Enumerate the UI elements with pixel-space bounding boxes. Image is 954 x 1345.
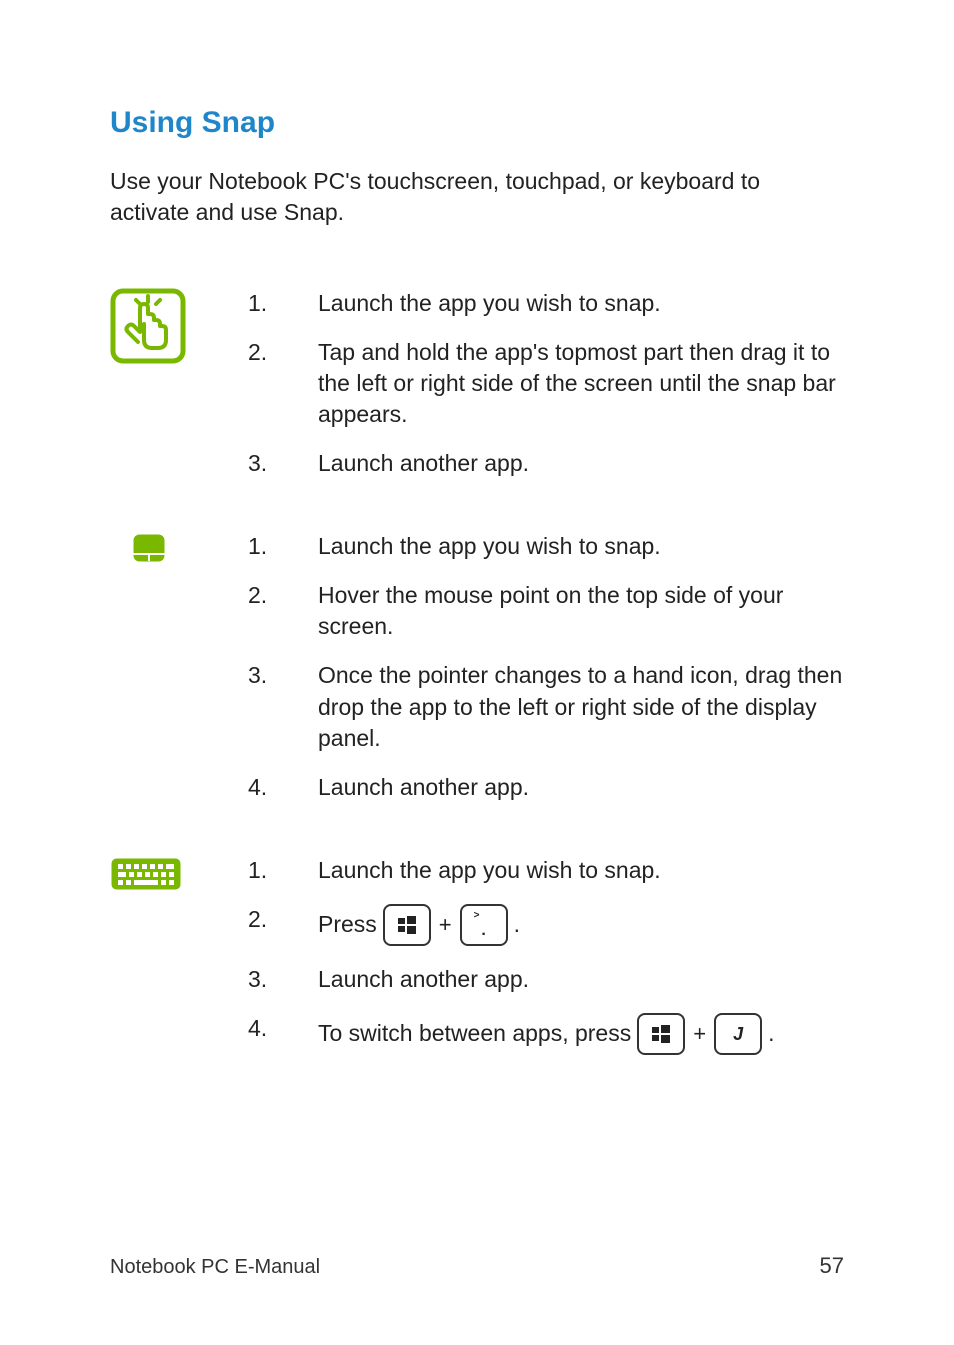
press-label: Press: [318, 909, 377, 940]
intro-paragraph: Use your Notebook PC's touchscreen, touc…: [110, 166, 844, 228]
list-text: Press + > . .: [318, 904, 844, 946]
list-text: Launch another app.: [318, 964, 844, 995]
list-item: 1. Launch the app you wish to snap.: [248, 288, 844, 319]
list-number: 4.: [248, 1013, 318, 1055]
keyboard-icon: [110, 857, 248, 891]
list-text: Launch another app.: [318, 448, 844, 479]
list-text: Launch the app you wish to snap.: [318, 531, 844, 562]
list-number: 3.: [248, 660, 318, 753]
list-number: 2.: [248, 580, 318, 642]
list-number: 2.: [248, 337, 318, 430]
list-item: 4. To switch between apps, press + J .: [248, 1013, 844, 1055]
list-number: 4.: [248, 772, 318, 803]
list-number: 3.: [248, 964, 318, 995]
list-text: Once the pointer changes to a hand icon,…: [318, 660, 844, 753]
list-item: 1. Launch the app you wish to snap.: [248, 531, 844, 562]
j-key: J: [714, 1013, 762, 1055]
section-heading: Using Snap: [110, 106, 844, 140]
list-item: 3. Launch another app.: [248, 964, 844, 995]
touchpad-icon-col: [110, 531, 248, 802]
switch-label: To switch between apps, press: [318, 1018, 631, 1049]
list-text: To switch between apps, press + J .: [318, 1013, 844, 1055]
j-key-label: J: [733, 1022, 743, 1046]
list-item: 1. Launch the app you wish to snap.: [248, 855, 844, 886]
touchpad-block: 1. Launch the app you wish to snap. 2. H…: [110, 531, 844, 802]
keyboard-block: 1. Launch the app you wish to snap. 2. P…: [110, 855, 844, 1055]
period-key-superscript: >: [470, 911, 480, 921]
list-item: 4. Launch another app.: [248, 772, 844, 803]
sentence-period: .: [768, 1018, 774, 1049]
list-item: 2. Tap and hold the app's topmost part t…: [248, 337, 844, 430]
touchscreen-block: 1. Launch the app you wish to snap. 2. T…: [110, 288, 844, 479]
list-number: 1.: [248, 288, 318, 319]
list-number: 1.: [248, 855, 318, 886]
list-text: Launch the app you wish to snap.: [318, 288, 844, 319]
list-item: 3. Once the pointer changes to a hand ic…: [248, 660, 844, 753]
touchscreen-steps: 1. Launch the app you wish to snap. 2. T…: [248, 288, 844, 479]
keyboard-icon-col: [110, 855, 248, 1055]
list-item: 2. Hover the mouse point on the top side…: [248, 580, 844, 642]
touchpad-steps: 1. Launch the app you wish to snap. 2. H…: [248, 531, 844, 802]
sentence-period: .: [514, 909, 520, 940]
list-text: Launch another app.: [318, 772, 844, 803]
plus-sign: +: [691, 1019, 708, 1049]
document-page: Using Snap Use your Notebook PC's touchs…: [0, 0, 954, 1345]
keyboard-steps: 1. Launch the app you wish to snap. 2. P…: [248, 855, 844, 1055]
list-number: 1.: [248, 531, 318, 562]
footer-title: Notebook PC E-Manual: [110, 1256, 320, 1279]
list-item: 3. Launch another app.: [248, 448, 844, 479]
plus-sign: +: [437, 910, 454, 940]
windows-key-icon: [383, 904, 431, 946]
page-number: 57: [820, 1253, 844, 1279]
windows-key-icon: [637, 1013, 685, 1055]
touchpad-icon: [132, 533, 248, 563]
list-text: Launch the app you wish to snap.: [318, 855, 844, 886]
list-text: Hover the mouse point on the top side of…: [318, 580, 844, 642]
list-number: 3.: [248, 448, 318, 479]
touchscreen-icon-col: [110, 288, 248, 479]
list-text: Tap and hold the app's topmost part then…: [318, 337, 844, 430]
period-key-main: .: [481, 923, 485, 939]
touchscreen-icon: [110, 288, 248, 364]
list-number: 2.: [248, 904, 318, 946]
list-item: 2. Press + > . .: [248, 904, 844, 946]
period-key-icon: > .: [460, 904, 508, 946]
page-footer: Notebook PC E-Manual 57: [110, 1253, 844, 1279]
